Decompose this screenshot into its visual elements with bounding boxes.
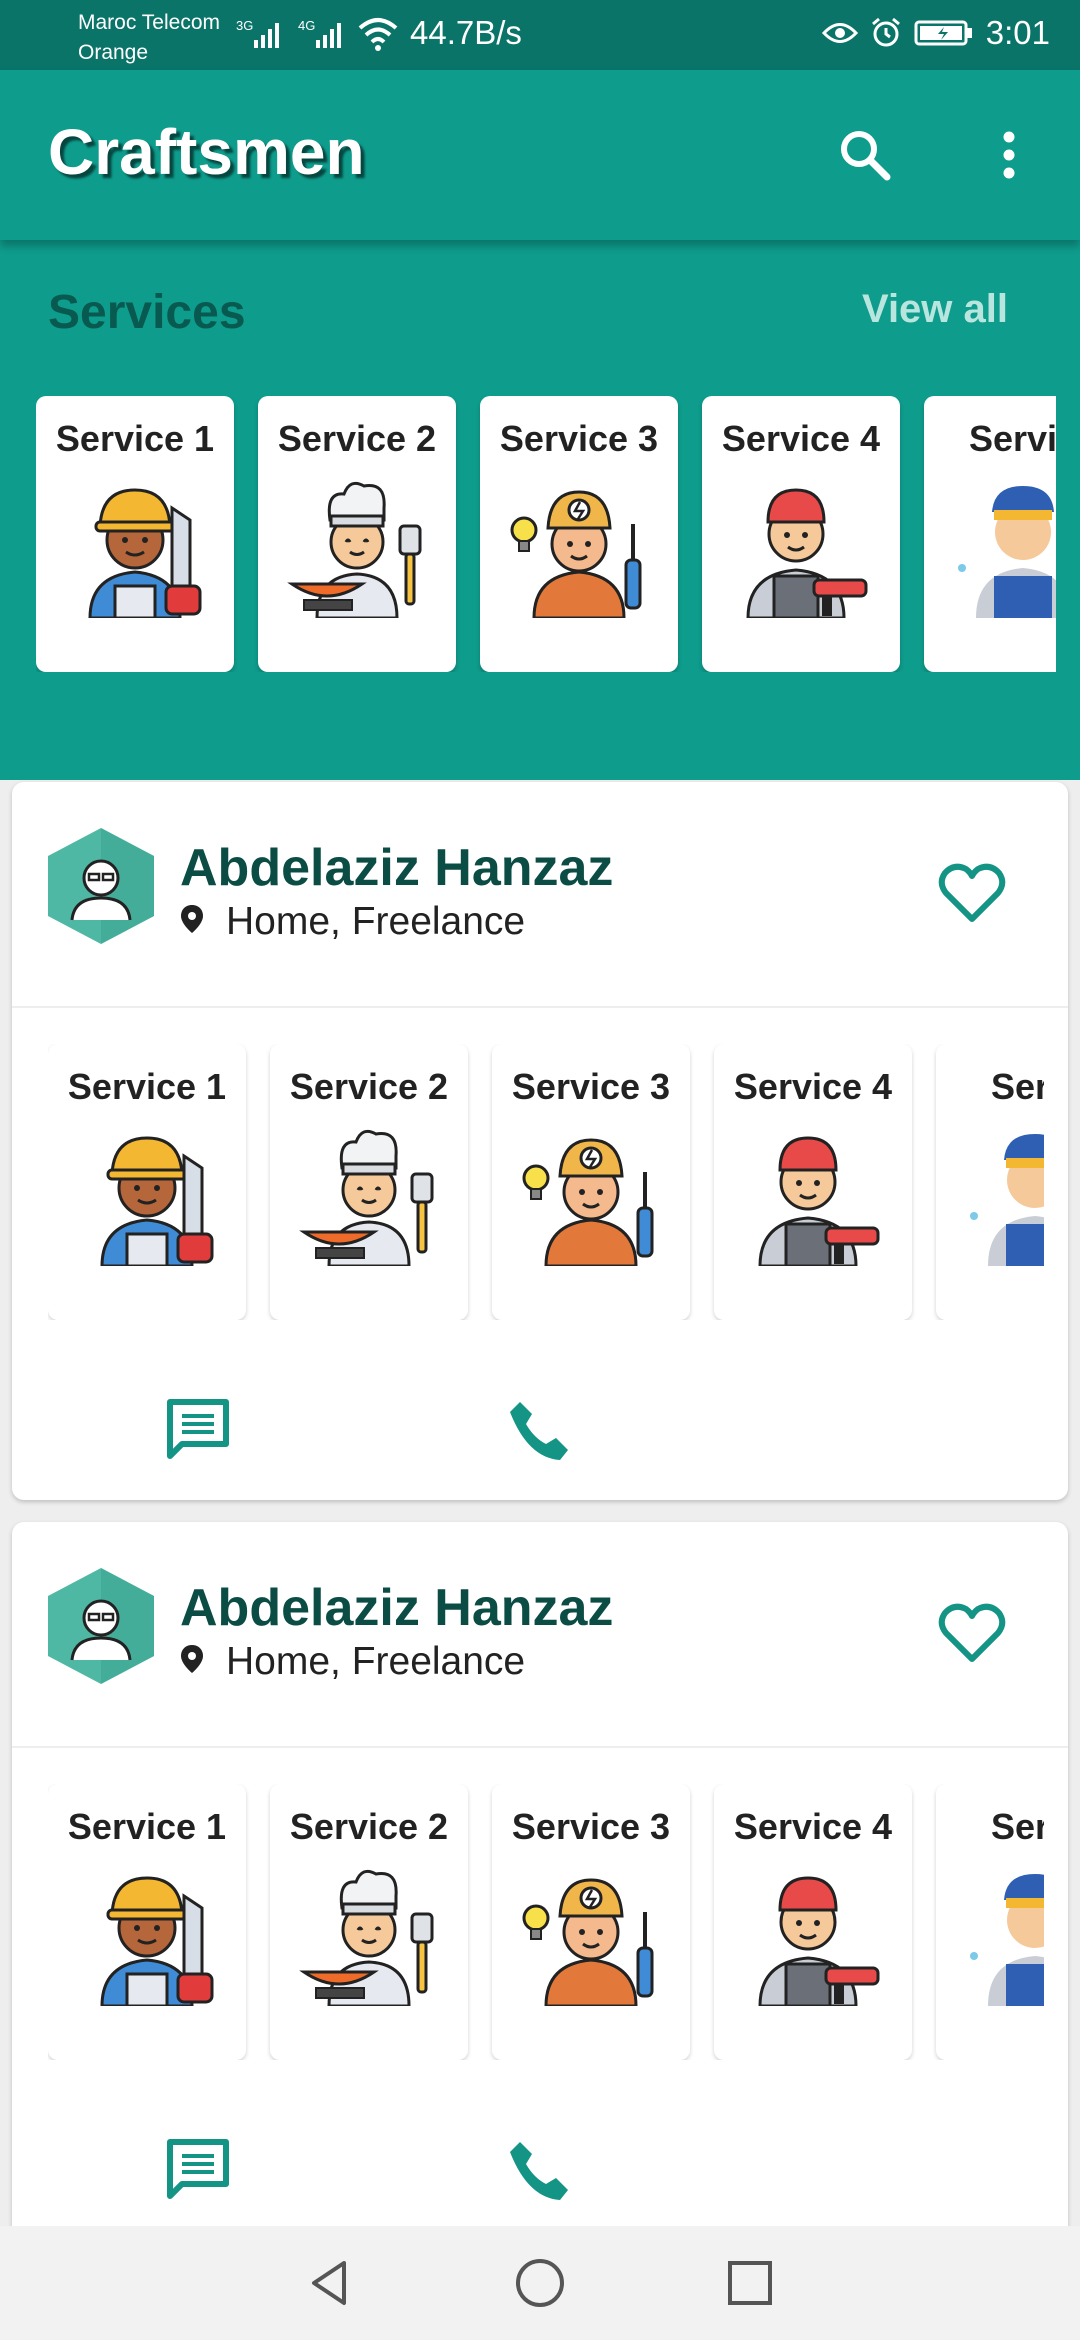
signal-1-icon: 3G bbox=[236, 14, 296, 59]
app-title: Craftsmen bbox=[48, 116, 365, 188]
card-services-carousel[interactable]: Service 1 Service 2 Service 3 Service 4 Serv… bbox=[48, 1044, 1044, 1320]
service-tile[interactable]: Service 3 bbox=[492, 1784, 690, 2060]
message-icon[interactable] bbox=[162, 2134, 234, 2206]
person-location: Home, Freelance bbox=[180, 1640, 525, 1684]
electrician-illustration bbox=[516, 1116, 666, 1268]
service-label: Service 1 bbox=[67, 1806, 227, 1847]
card-services-carousel[interactable]: Service 1 Service 2 Service 3 Service 4 Serv… bbox=[48, 1784, 1044, 2060]
painter-illustration bbox=[738, 1856, 888, 2008]
plumber-illustration bbox=[948, 468, 1056, 618]
service-label: Servic bbox=[968, 418, 1056, 459]
craftsman-card[interactable]: Abdelaziz Hanzaz Home, Freelance Service… bbox=[12, 782, 1068, 1500]
eye-icon bbox=[821, 23, 858, 43]
service-label: Service 4 bbox=[733, 1806, 893, 1847]
phone-icon[interactable] bbox=[502, 2134, 574, 2206]
chef-illustration bbox=[294, 1856, 444, 2008]
chef-illustration bbox=[294, 1116, 444, 1268]
signal-2-icon: 4G bbox=[298, 14, 358, 59]
favorite-heart-icon[interactable] bbox=[936, 857, 1008, 929]
service-tile[interactable]: Servi bbox=[936, 1784, 1044, 2060]
person-name: Abdelaziz Hanzaz bbox=[180, 1579, 614, 1637]
card-divider bbox=[12, 1746, 1068, 1748]
builder-illustration bbox=[72, 1116, 222, 1268]
network-type-2: 4G bbox=[298, 18, 315, 33]
service-tile[interactable]: Service 3 bbox=[492, 1044, 690, 1320]
electrician-illustration bbox=[504, 468, 654, 620]
location-text: Home, Freelance bbox=[226, 1640, 526, 1683]
service-label: Service 1 bbox=[67, 1066, 227, 1107]
service-label: Service 2 bbox=[289, 1806, 449, 1847]
location-pin-icon bbox=[180, 900, 204, 944]
avatar bbox=[44, 1566, 158, 1686]
service-tile[interactable]: Service 4 bbox=[714, 1044, 912, 1320]
service-label: Service 1 bbox=[55, 418, 215, 459]
favorite-heart-icon[interactable] bbox=[936, 1597, 1008, 1669]
status-right: 3:01 bbox=[821, 14, 1050, 52]
back-icon[interactable] bbox=[300, 2253, 360, 2313]
network-type-1: 3G bbox=[236, 18, 253, 33]
card-divider bbox=[12, 1006, 1068, 1008]
service-tile[interactable]: Service 2 bbox=[270, 1784, 468, 2060]
location-text: Home, Freelance bbox=[226, 900, 526, 943]
service-tile[interactable]: Service 1 bbox=[48, 1044, 246, 1320]
service-label: Service 2 bbox=[289, 1066, 449, 1107]
more-vert-icon[interactable] bbox=[974, 120, 1044, 190]
plumber-illustration bbox=[960, 1116, 1044, 1266]
avatar bbox=[44, 826, 158, 946]
carrier-line-2: Orange bbox=[78, 41, 149, 64]
service-tile[interactable]: Service 4 bbox=[714, 1784, 912, 2060]
app-bar: Craftsmen bbox=[0, 70, 1080, 240]
location-pin-icon bbox=[180, 1640, 204, 1684]
phone-icon[interactable] bbox=[502, 1394, 574, 1466]
craftsman-card[interactable]: Abdelaziz Hanzaz Home, Freelance Service… bbox=[12, 1522, 1068, 2240]
painter-illustration bbox=[726, 468, 876, 620]
view-all-link[interactable]: View all bbox=[862, 287, 1008, 332]
service-label: Service 3 bbox=[499, 418, 659, 459]
services-title: Services bbox=[48, 286, 246, 339]
painter-illustration bbox=[738, 1116, 888, 1268]
service-tile[interactable]: Service 3 bbox=[480, 396, 678, 672]
service-label: Service 4 bbox=[733, 1066, 893, 1107]
system-nav-bar bbox=[0, 2226, 1080, 2340]
services-carousel[interactable]: Service 1 Service 2 Service 3 Service 4 Serv… bbox=[36, 396, 1056, 672]
home-icon[interactable] bbox=[510, 2253, 570, 2313]
service-label: Service 3 bbox=[511, 1806, 671, 1847]
service-tile[interactable]: Service 1 bbox=[36, 396, 234, 672]
service-label: Servi bbox=[990, 1066, 1044, 1107]
battery-icon bbox=[914, 20, 972, 46]
carrier-info: Maroc Telecom Orange bbox=[78, 8, 220, 68]
service-tile[interactable]: Service 2 bbox=[258, 396, 456, 672]
status-bar: Maroc Telecom Orange 3G 4G 44.7B/s 3:01 bbox=[0, 0, 1080, 70]
person-location: Home, Freelance bbox=[180, 900, 525, 944]
plumber-illustration bbox=[960, 1856, 1044, 2006]
service-tile[interactable]: Servic bbox=[924, 396, 1056, 672]
message-icon[interactable] bbox=[162, 1394, 234, 1466]
builder-illustration bbox=[72, 1856, 222, 2008]
carrier-line-1: Maroc Telecom bbox=[78, 11, 220, 34]
services-section: Services View all Service 1 Service 2 Serv… bbox=[0, 240, 1080, 780]
service-label: Service 3 bbox=[511, 1066, 671, 1107]
wifi-icon bbox=[356, 14, 400, 59]
alarm-icon bbox=[871, 17, 900, 47]
network-speed: 44.7B/s bbox=[410, 14, 522, 51]
electrician-illustration bbox=[516, 1856, 666, 2008]
service-tile[interactable]: Service 1 bbox=[48, 1784, 246, 2060]
person-name: Abdelaziz Hanzaz bbox=[180, 839, 614, 897]
service-label: Service 4 bbox=[721, 418, 881, 459]
chef-illustration bbox=[282, 468, 432, 620]
service-tile[interactable]: Service 2 bbox=[270, 1044, 468, 1320]
service-label: Servi bbox=[990, 1806, 1044, 1847]
service-tile[interactable]: Service 4 bbox=[702, 396, 900, 672]
builder-illustration bbox=[60, 468, 210, 620]
service-tile[interactable]: Servi bbox=[936, 1044, 1044, 1320]
search-icon[interactable] bbox=[830, 120, 900, 190]
clock: 3:01 bbox=[985, 14, 1050, 51]
recents-icon[interactable] bbox=[720, 2253, 780, 2313]
service-label: Service 2 bbox=[277, 418, 437, 459]
